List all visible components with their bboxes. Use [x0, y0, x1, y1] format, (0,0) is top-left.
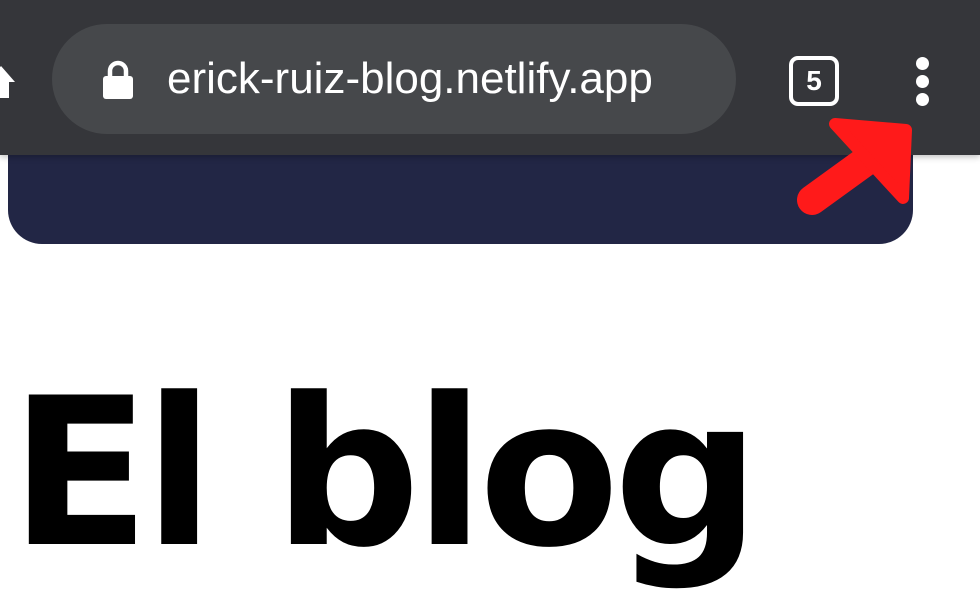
- menu-dot: [916, 93, 929, 106]
- page-title: El blog: [10, 355, 760, 593]
- tab-count-label: 5: [806, 65, 822, 96]
- red-arrow-annotation: [797, 118, 912, 215]
- home-button[interactable]: [0, 62, 16, 102]
- tab-switcher-button[interactable]: 5: [789, 56, 839, 106]
- menu-dot: [916, 75, 929, 88]
- more-vert-icon[interactable]: [906, 55, 940, 107]
- lock-icon: [103, 60, 133, 99]
- home-icon: [0, 66, 15, 98]
- address-bar-url[interactable]: erick-ruiz-blog.netlify.app: [167, 24, 653, 134]
- menu-dot: [916, 57, 929, 70]
- address-bar[interactable]: erick-ruiz-blog.netlify.app: [52, 24, 736, 134]
